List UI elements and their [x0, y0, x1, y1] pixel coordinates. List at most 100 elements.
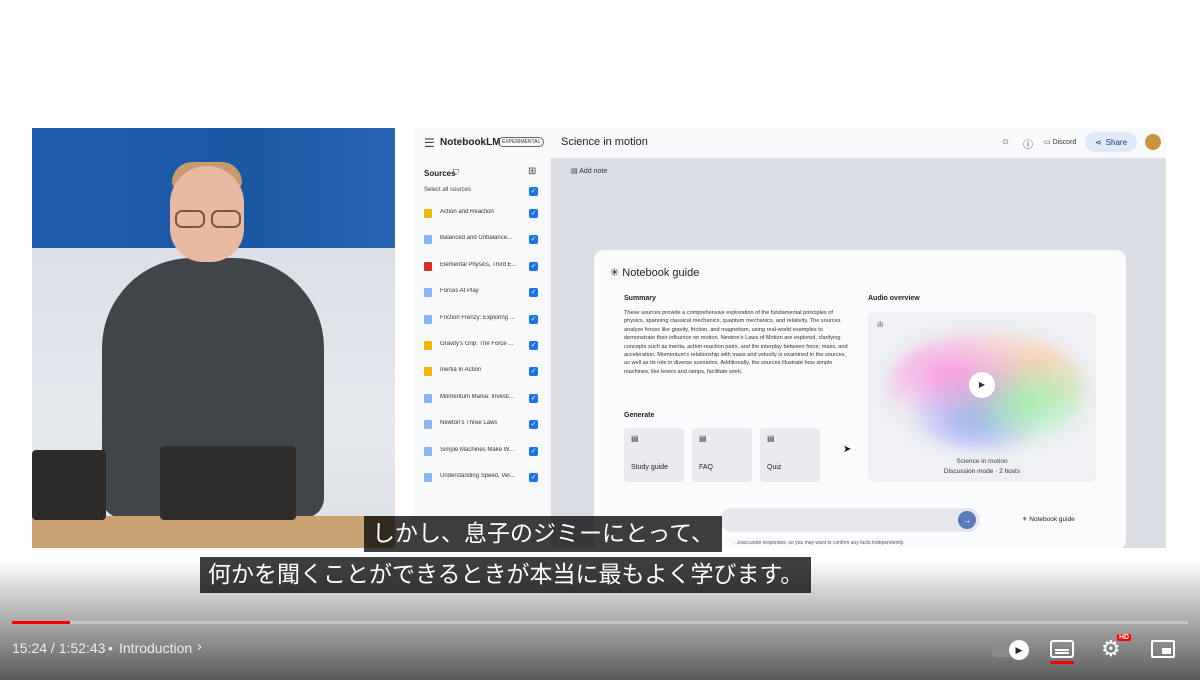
avatar[interactable]: [1145, 134, 1161, 150]
guide-title-label: Notebook guide: [622, 267, 700, 279]
guide-title: ✳ Notebook guide: [610, 266, 699, 279]
chevron-right-icon[interactable]: ›: [197, 638, 202, 655]
summary-heading: Summary: [624, 295, 656, 302]
source-item[interactable]: Simple Machines Make W...: [424, 446, 524, 458]
source-checkbox[interactable]: ✓: [529, 420, 538, 429]
progress-fill: [12, 621, 71, 624]
audio-overview-card: ılı ▶ Science in motion Discussion mode …: [868, 312, 1096, 482]
app-header: ☰ NotebookLM EXPERIMENTAL Science in mot…: [414, 128, 1166, 158]
source-file-icon: [424, 473, 432, 482]
card-label: Study guide: [631, 464, 668, 471]
send-arrow-icon[interactable]: →: [958, 511, 976, 529]
audio-title: Science in motion: [956, 458, 1008, 465]
source-file-icon: [424, 209, 432, 218]
source-file-icon: [424, 447, 432, 456]
play-icon[interactable]: ▶: [969, 372, 995, 398]
document-icon: ▤: [631, 434, 639, 443]
waveform-icon: ılı: [877, 320, 884, 329]
source-checkbox[interactable]: ✓: [529, 209, 538, 218]
subtitle-line-2: 何かを聞くことができるときが本当に最もよく学びます。: [200, 557, 812, 593]
source-item[interactable]: Elemental Physics, Third E...: [424, 261, 524, 273]
share-button[interactable]: ⋖ Share: [1085, 132, 1137, 152]
sparkle-icon: ✳: [610, 267, 620, 279]
source-checkbox[interactable]: ✓: [529, 288, 538, 297]
disclaimer-text: ...inaccurate responses, so you may want…: [734, 540, 905, 546]
source-file-icon: [424, 288, 432, 297]
source-pdf-icon: [424, 262, 432, 271]
select-all-checkbox[interactable]: ✓: [529, 187, 538, 196]
source-item[interactable]: Momentum Mania: Investi...: [424, 393, 524, 405]
play-icon: ▶: [1009, 640, 1029, 660]
source-file-icon: [424, 367, 432, 376]
source-file-icon: [424, 394, 432, 403]
document-icon: ▤: [699, 434, 707, 443]
summary-text: These sources provide a comprehensive ex…: [624, 310, 848, 375]
source-item[interactable]: Newton's Three Laws: [424, 419, 524, 431]
source-file-icon: [424, 235, 432, 244]
add-source-icon[interactable]: ⊞: [528, 166, 536, 177]
audio-subtitle: Discussion mode · 2 hosts: [943, 468, 1021, 475]
laptop-right: [160, 446, 296, 520]
source-item[interactable]: Forces At Play: [424, 287, 524, 299]
discord-label: Discord: [1052, 139, 1077, 146]
time-display: 15:24 / 1:52:43: [12, 640, 106, 656]
share-icon: ⋖: [1094, 137, 1102, 147]
source-checkbox[interactable]: ✓: [529, 315, 538, 324]
experimental-badge: EXPERIMENTAL: [498, 137, 545, 147]
source-label: Elemental Physics, Third E...: [440, 262, 517, 268]
source-item[interactable]: Balanced and Unbalance...: [424, 234, 524, 246]
source-checkbox[interactable]: ✓: [529, 341, 538, 350]
sources-sidebar: Sources ⛉ ⊞ Select all sources ✓ Action …: [414, 158, 550, 548]
help-icon[interactable]: ⓘ: [1023, 136, 1033, 151]
source-checkbox[interactable]: ✓: [529, 367, 538, 376]
speaker-glasses: [175, 210, 241, 228]
notebook-title[interactable]: Science in motion: [561, 136, 648, 148]
sources-header: Sources: [424, 169, 456, 178]
chat-input[interactable]: →: [720, 508, 980, 532]
laptop-left: [32, 450, 106, 520]
source-file-icon: [424, 420, 432, 429]
hamburger-icon[interactable]: ☰: [424, 136, 435, 150]
source-checkbox[interactable]: ✓: [529, 394, 538, 403]
source-label: Understanding Speed, Vel...: [440, 473, 515, 479]
study-guide-button[interactable]: ▤ Study guide: [624, 428, 684, 482]
source-label: Inertia In Action: [440, 367, 482, 373]
faq-button[interactable]: ▤ FAQ: [692, 428, 752, 482]
video-player[interactable]: ☰ NotebookLM EXPERIMENTAL Science in mot…: [0, 0, 1200, 680]
quiz-button[interactable]: ▤ Quiz: [760, 428, 820, 482]
notebooklm-screen: ☰ NotebookLM EXPERIMENTAL Science in mot…: [414, 128, 1166, 548]
source-checkbox[interactable]: ✓: [529, 235, 538, 244]
document-icon: ▤: [767, 434, 775, 443]
source-item[interactable]: Friction Frenzy: Exploring ...: [424, 314, 524, 326]
sparkle-icon: ✳: [1022, 516, 1028, 523]
source-item[interactable]: Inertia In Action: [424, 366, 524, 378]
source-label: Gravity's Grip: The Force ...: [440, 341, 514, 347]
source-label: Momentum Mania: Investi...: [440, 394, 514, 400]
speaker-video-feed: [32, 128, 395, 548]
miniplayer-icon[interactable]: [1151, 640, 1175, 658]
source-item[interactable]: Action and Reaction: [424, 208, 524, 220]
source-item[interactable]: Understanding Speed, Vel...: [424, 472, 524, 484]
subtitles-active-indicator: [1050, 661, 1074, 664]
progress-bar[interactable]: [12, 621, 1188, 624]
subtitle-line-1: しかし、息子のジミーにとって、: [364, 516, 723, 552]
source-checkbox[interactable]: ✓: [529, 473, 538, 482]
mouse-cursor-icon: ➤: [843, 444, 852, 455]
chapter-title[interactable]: Introduction: [119, 640, 192, 656]
notebook-guide-panel: ✳ Notebook guide Summary These sources p…: [594, 250, 1126, 548]
autoplay-toggle[interactable]: ▶: [991, 640, 1029, 660]
source-checkbox[interactable]: ✓: [529, 262, 538, 271]
notebook-guide-button[interactable]: ✳ Notebook guide: [1022, 515, 1075, 523]
source-checkbox[interactable]: ✓: [529, 447, 538, 456]
source-label: Friction Frenzy: Exploring ...: [440, 315, 515, 321]
source-item[interactable]: Gravity's Grip: The Force ...: [424, 340, 524, 352]
sun-icon[interactable]: ☼: [1001, 136, 1010, 147]
add-note-button[interactable]: ▤ Add note: [571, 167, 607, 175]
share-label: Share: [1105, 137, 1128, 147]
desk: [32, 516, 395, 548]
source-file-icon: [424, 315, 432, 324]
discord-link[interactable]: ▭ Discord: [1044, 138, 1076, 146]
audio-overview-heading: Audio overview: [868, 295, 920, 302]
source-label: Newton's Three Laws: [440, 420, 498, 426]
subtitles-icon[interactable]: [1050, 640, 1074, 658]
